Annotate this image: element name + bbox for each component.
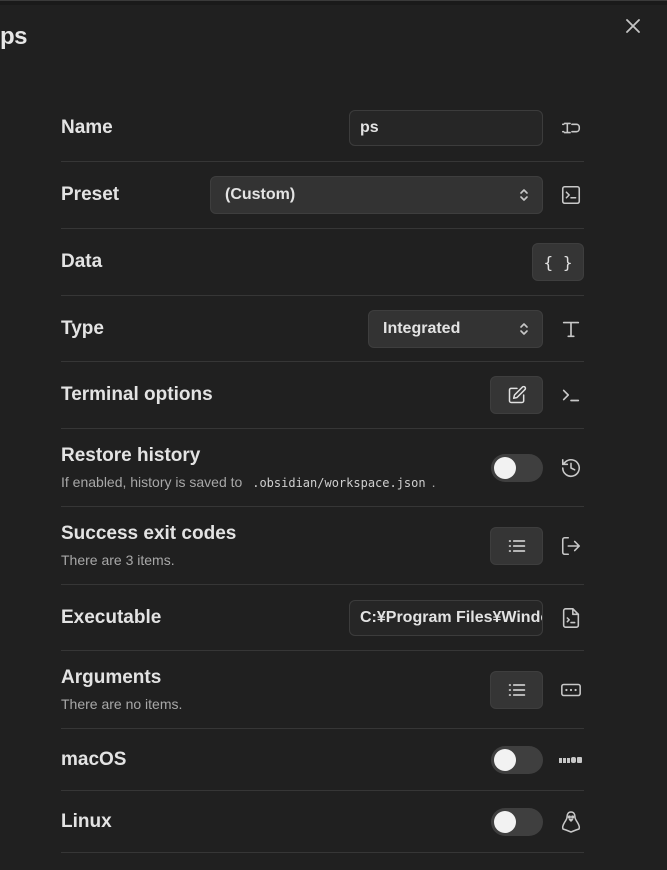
preset-dropdown-value: (Custom) <box>225 186 296 203</box>
type-dropdown-value: Integrated <box>383 319 461 337</box>
setting-restore-history-desc: If enabled, history is saved to .obsidia… <box>61 474 436 490</box>
restore-history-toggle[interactable] <box>491 453 543 482</box>
chevron-updown-icon <box>518 321 530 337</box>
setting-preset-label: Preset <box>61 184 120 205</box>
setting-restore-history-label: Restore history <box>61 445 201 466</box>
setting-arguments-label: Arguments <box>61 667 162 688</box>
setting-success-exit-codes-label: Success exit codes <box>61 523 237 544</box>
setting-success-exit-codes: Success exit codes There are 3 items. <box>61 507 584 585</box>
log-out-icon <box>558 533 584 559</box>
setting-preset: Preset (Custom) <box>61 162 584 229</box>
close-button[interactable] <box>620 13 646 39</box>
terminal-prompt-icon <box>558 382 584 408</box>
chevron-updown-icon <box>518 187 530 203</box>
terminal-profile-modal: ps Name ps Preset (Custom) Data {} Type… <box>0 0 667 870</box>
setting-arguments-desc: There are no items. <box>61 696 183 712</box>
history-icon <box>558 455 584 481</box>
setting-executable-label: Executable <box>61 606 162 628</box>
macos-toggle[interactable] <box>491 745 543 774</box>
setting-type-label: Type <box>61 317 104 339</box>
executable-input[interactable]: C:¥Program Files¥Windo <box>349 599 543 636</box>
setting-arguments: Arguments There are no items. <box>61 651 584 729</box>
toggle-knob <box>494 456 516 479</box>
setting-name: Name ps <box>61 95 584 162</box>
setting-macos: macOS <box>61 729 584 791</box>
setting-macos-label: macOS <box>61 748 127 770</box>
setting-terminal-options: Terminal options <box>61 362 584 429</box>
name-input[interactable]: ps <box>349 110 543 146</box>
preset-dropdown[interactable]: (Custom) <box>210 176 543 214</box>
macos-logo-icon <box>558 747 584 773</box>
modal-title: ps <box>0 23 28 50</box>
restore-history-desc-text: If enabled, history is saved to <box>61 474 243 490</box>
terminal-square-icon <box>558 182 584 208</box>
setting-name-label: Name <box>61 117 113 138</box>
close-icon <box>626 19 640 33</box>
top-edge <box>0 1 667 5</box>
setting-data-label: Data <box>61 251 103 272</box>
setting-next-partial <box>61 853 584 870</box>
toggle-knob <box>494 810 516 833</box>
type-icon <box>558 316 584 342</box>
text-cursor-icon <box>558 115 584 141</box>
list-icon <box>508 539 525 552</box>
restore-history-desc-suffix: . <box>431 474 436 490</box>
edit-terminal-options-button[interactable] <box>490 376 543 414</box>
file-terminal-icon <box>558 605 584 631</box>
type-dropdown[interactable]: Integrated <box>368 309 543 348</box>
setting-terminal-options-label: Terminal options <box>61 384 213 405</box>
edit-data-button[interactable]: { } <box>532 243 584 281</box>
linux-tux-icon <box>558 809 584 835</box>
setting-executable: Executable C:¥Program Files¥Windo <box>61 585 584 651</box>
setting-type: Type Integrated <box>61 296 584 362</box>
setting-success-exit-codes-desc: There are 3 items. <box>61 552 175 568</box>
list-icon <box>508 683 525 696</box>
setting-linux: Linux <box>61 791 584 853</box>
settings-list: Name ps Preset (Custom) Data {} Type In… <box>61 95 584 870</box>
edit-arguments-button[interactable] <box>490 670 543 709</box>
linux-toggle[interactable] <box>491 807 543 836</box>
edit-success-exit-codes-button[interactable] <box>490 526 543 565</box>
setting-restore-history: Restore history If enabled, history is s… <box>61 429 584 507</box>
edit-icon <box>508 385 526 404</box>
ellipsis-box-icon <box>558 677 584 703</box>
setting-linux-label: Linux <box>61 810 112 832</box>
workspace-path-code: .obsidian/workspace.json <box>252 476 426 490</box>
setting-data: Data { } <box>61 229 584 296</box>
toggle-knob <box>494 748 516 771</box>
